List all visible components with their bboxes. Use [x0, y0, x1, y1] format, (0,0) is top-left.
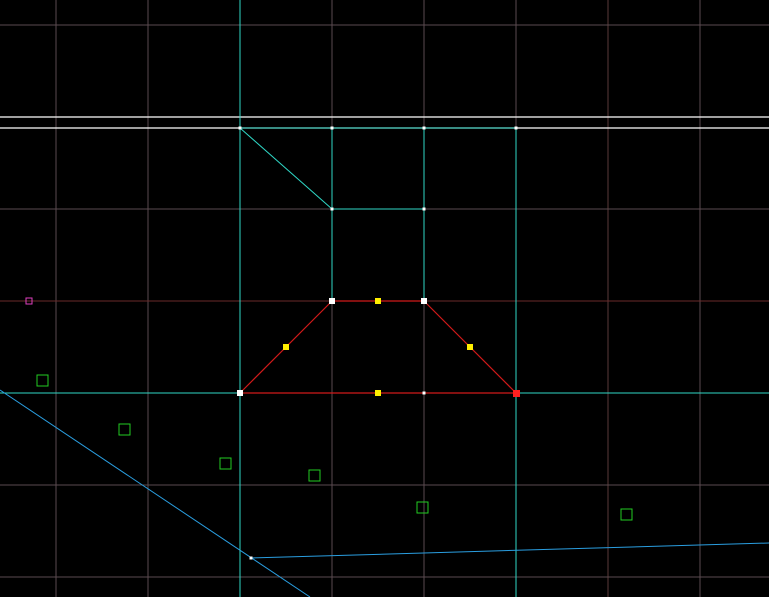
- things-layer: [25, 297, 633, 521]
- thing-marker[interactable]: [416, 501, 429, 514]
- map-canvas[interactable]: [0, 0, 769, 597]
- linedef-blue[interactable]: [250, 542, 769, 559]
- linedef-midpoint-handle[interactable]: [375, 298, 381, 304]
- vertex[interactable]: [330, 207, 334, 211]
- vertex[interactable]: [514, 126, 518, 130]
- linedef-midpoint-handle[interactable]: [375, 390, 381, 396]
- thing-marker[interactable]: [118, 423, 131, 436]
- vertex[interactable]: [422, 391, 426, 395]
- vertices-layer: [237, 126, 520, 560]
- vertex[interactable]: [422, 207, 426, 211]
- linedef-blue[interactable]: [0, 389, 311, 597]
- thing-marker[interactable]: [308, 469, 321, 482]
- thing-marker[interactable]: [219, 457, 232, 470]
- linedef-midpoint-handle[interactable]: [467, 344, 473, 350]
- vertex[interactable]: [422, 126, 426, 130]
- grid-layer: [0, 0, 769, 597]
- thing-marker[interactable]: [620, 508, 633, 521]
- vertex[interactable]: [330, 126, 334, 130]
- map-editor-viewport[interactable]: [0, 0, 769, 597]
- vertex-selected[interactable]: [421, 298, 427, 304]
- vertex[interactable]: [238, 126, 242, 130]
- vertex-selected[interactable]: [329, 298, 335, 304]
- vertex[interactable]: [249, 556, 253, 560]
- vertex-highlighted[interactable]: [513, 390, 520, 397]
- linedef-midpoint-handle[interactable]: [283, 344, 289, 350]
- thing-marker[interactable]: [36, 374, 49, 387]
- vertex-selected[interactable]: [237, 390, 243, 396]
- linedefs-layer: [0, 0, 769, 597]
- linedef[interactable]: [239, 127, 333, 210]
